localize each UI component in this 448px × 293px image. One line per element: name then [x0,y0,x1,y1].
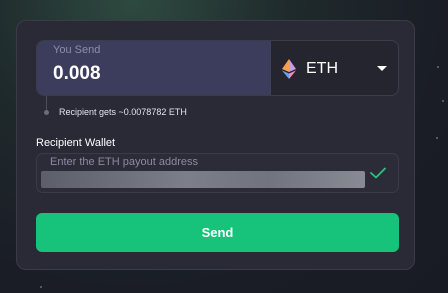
wallet-field-placeholder: Enter the ETH payout address [50,156,198,168]
connector-dot [44,110,49,115]
check-icon [370,167,386,179]
currency-select[interactable]: ETH [270,41,398,95]
send-amount-label: You Send [53,44,101,56]
send-amount-group: You Send 0.008 ETH [36,40,399,96]
background-star [436,137,438,139]
currency-code: ETH [306,60,338,77]
chevron-down-icon [377,66,387,71]
recipient-wallet-field[interactable]: Enter the ETH payout address [36,153,399,193]
ethereum-icon [282,59,296,79]
recipient-wallet-label: Recipient Wallet [36,137,116,149]
background-star [442,100,444,102]
background-star [437,66,439,68]
send-amount-value[interactable]: 0.008 [53,63,101,85]
send-button[interactable]: Send [36,213,399,252]
exchange-card: You Send 0.008 ETH Recipient gets ~0.007… [16,20,415,270]
recipient-gets-text: Recipient gets ~0.0078782 ETH [59,107,187,117]
background-star [40,286,42,288]
wallet-address-value-redacted[interactable] [41,171,365,188]
send-amount-field[interactable]: You Send 0.008 [37,41,270,95]
connector-line [46,96,47,111]
